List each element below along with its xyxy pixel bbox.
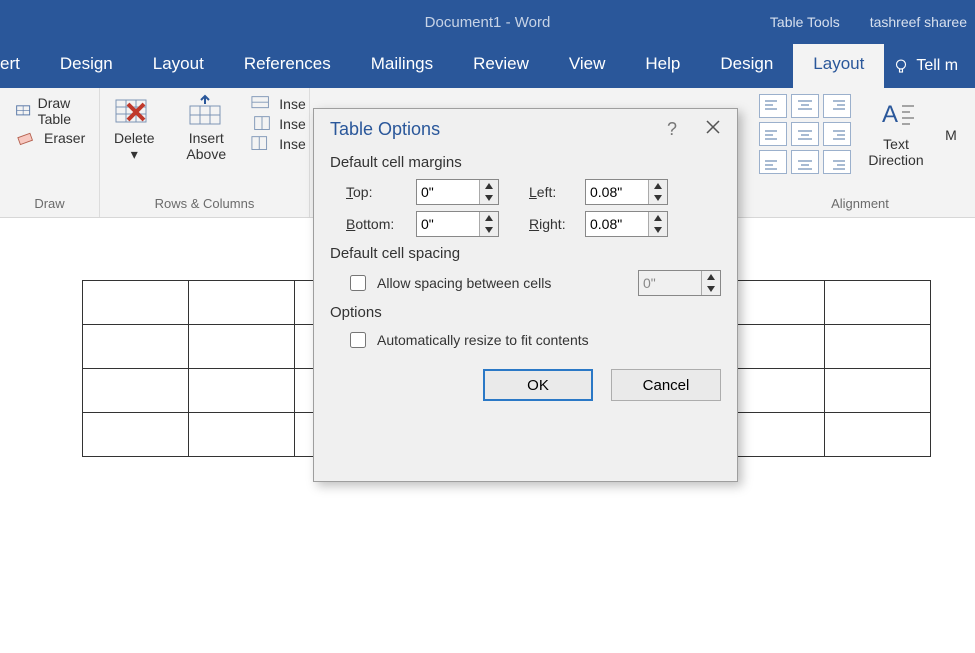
spin-left	[585, 179, 668, 205]
insert-right-icon	[251, 135, 273, 153]
align-top-right[interactable]	[823, 94, 851, 118]
dialog-title: Table Options	[330, 119, 440, 140]
insert-below-button[interactable]: Inse	[251, 94, 305, 114]
eraser-icon	[16, 129, 38, 147]
dialog-close-button[interactable]	[705, 119, 721, 140]
spin-bottom-up[interactable]	[480, 212, 498, 224]
delete-icon	[114, 94, 154, 128]
tab-layout[interactable]: Layout	[133, 44, 224, 88]
label-right: Right:	[529, 216, 577, 232]
align-bot-right[interactable]	[823, 150, 851, 174]
tab-design[interactable]: Design	[40, 44, 133, 88]
tab-view[interactable]: View	[549, 44, 626, 88]
section-options: Options	[330, 304, 721, 321]
spin-top-down[interactable]	[480, 192, 498, 204]
title-separator: -	[506, 14, 515, 31]
cancel-button[interactable]: Cancel	[611, 369, 721, 401]
align-top-center[interactable]	[791, 94, 819, 118]
label-allow-spacing: Allow spacing between cells	[377, 275, 551, 291]
dialog-help-button[interactable]: ?	[667, 119, 677, 140]
label-auto-resize: Automatically resize to fit contents	[377, 332, 589, 348]
spin-bottom-down[interactable]	[480, 224, 498, 236]
align-mid-right[interactable]	[823, 122, 851, 146]
app-name: Word	[515, 14, 551, 31]
spin-left-down[interactable]	[649, 192, 667, 204]
ribbon-tabs: ert Design Layout References Mailings Re…	[0, 44, 975, 88]
insert-above-button[interactable]: Insert Above	[175, 94, 237, 162]
spin-spacing-up[interactable]	[702, 271, 720, 283]
document-name: Document1	[425, 14, 502, 31]
delete-button[interactable]: Delete▾	[103, 94, 165, 162]
title-center: Document1 - Word	[0, 14, 975, 31]
spin-top-up[interactable]	[480, 180, 498, 192]
input-left[interactable]	[586, 181, 648, 203]
table-options-dialog: Table Options ? Default cell margins Top…	[313, 108, 738, 482]
checkbox-allow-spacing[interactable]	[350, 275, 366, 291]
tab-help[interactable]: Help	[625, 44, 700, 88]
label-top: Top:	[346, 184, 408, 200]
tab-table-layout[interactable]: Layout	[793, 44, 884, 88]
section-default-spacing: Default cell spacing	[330, 245, 721, 262]
text-direction-button[interactable]: A Text Direction	[865, 100, 927, 168]
group-label-alignment: Alignment	[831, 196, 889, 215]
group-rows-columns: Delete▾ Insert Above Inse Inse Inse	[100, 88, 310, 217]
insert-right-button[interactable]: Inse	[251, 134, 305, 154]
title-bar: Document1 - Word Table Tools tashreef sh…	[0, 0, 975, 44]
align-top-left[interactable]	[759, 94, 787, 118]
spin-left-up[interactable]	[649, 180, 667, 192]
spin-spacing	[638, 270, 721, 296]
eraser-button[interactable]: Eraser	[16, 128, 87, 148]
alignment-grid	[759, 94, 851, 174]
group-label-draw: Draw	[34, 196, 64, 215]
tab-review[interactable]: Review	[453, 44, 549, 88]
svg-text:A: A	[882, 101, 898, 128]
insert-above-icon	[186, 94, 226, 128]
lightbulb-icon	[892, 57, 910, 75]
label-bottom: Bottom:	[346, 216, 408, 232]
align-bot-left[interactable]	[759, 150, 787, 174]
group-draw: Draw Table Eraser Draw	[0, 88, 100, 217]
close-icon	[705, 119, 721, 135]
tab-table-design[interactable]: Design	[700, 44, 793, 88]
input-top[interactable]	[417, 181, 479, 203]
spin-right-up[interactable]	[649, 212, 667, 224]
section-default-margins: Default cell margins	[330, 154, 721, 171]
tab-mailings[interactable]: Mailings	[351, 44, 453, 88]
text-direction-icon: A	[876, 100, 916, 134]
label-left: Left:	[529, 184, 577, 200]
spin-bottom	[416, 211, 499, 237]
cell-margins-cut[interactable]: M	[941, 125, 961, 143]
input-spacing	[639, 272, 701, 294]
tab-insert-cut[interactable]: ert	[0, 44, 40, 88]
align-mid-center[interactable]	[791, 122, 819, 146]
group-label-rows-columns: Rows & Columns	[155, 196, 255, 215]
spin-right	[585, 211, 668, 237]
tab-references[interactable]: References	[224, 44, 351, 88]
tell-me[interactable]: Tell m	[884, 44, 966, 88]
draw-table-button[interactable]: Draw Table	[16, 94, 87, 128]
spin-right-down[interactable]	[649, 224, 667, 236]
align-bot-center[interactable]	[791, 150, 819, 174]
checkbox-auto-resize[interactable]	[350, 332, 366, 348]
input-bottom[interactable]	[417, 213, 479, 235]
group-alignment: A Text Direction M Alignment	[745, 88, 975, 217]
insert-below-icon	[251, 95, 273, 113]
tell-me-label: Tell m	[916, 57, 958, 75]
ok-button[interactable]: OK	[483, 369, 593, 401]
align-mid-left[interactable]	[759, 122, 787, 146]
spin-spacing-down[interactable]	[702, 283, 720, 295]
insert-left-icon	[251, 115, 273, 133]
insert-left-button[interactable]: Inse	[251, 114, 305, 134]
input-right[interactable]	[586, 213, 648, 235]
spin-top	[416, 179, 499, 205]
draw-table-icon	[16, 102, 32, 120]
